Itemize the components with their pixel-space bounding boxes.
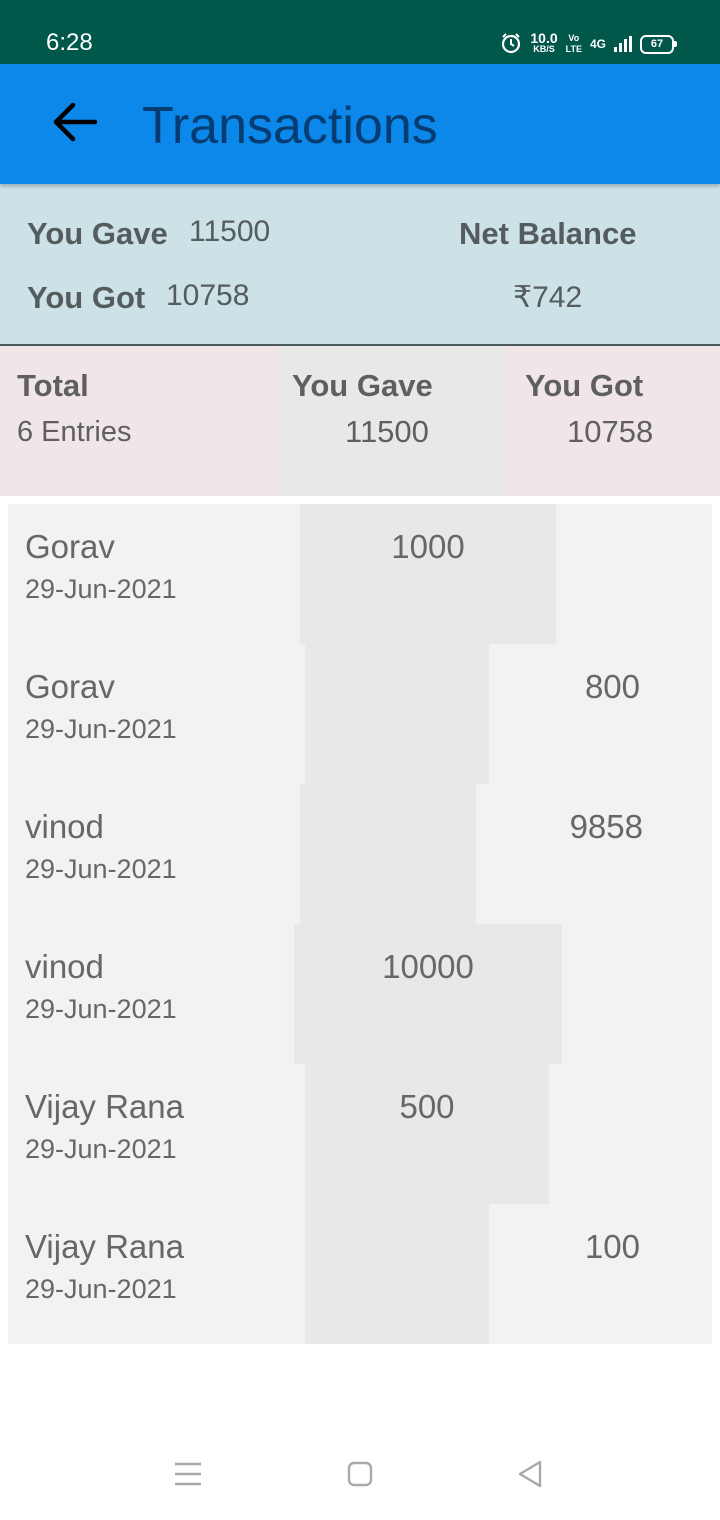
transaction-name: Vijay Rana (25, 1088, 184, 1125)
balance-summary: You Gave 11500 You Got 10758 Net Balance… (0, 184, 720, 346)
total-label: Total (17, 368, 89, 403)
network-type: 4G (589, 37, 606, 51)
transaction-row[interactable]: Gorav 29-Jun-2021 800 (8, 644, 712, 784)
transaction-row[interactable]: Vijay Rana 29-Jun-2021 100 (8, 1204, 712, 1344)
you-got-value: 10758 (166, 279, 250, 312)
system-nav-bar (0, 1440, 720, 1520)
transaction-name: Vijay Rana (25, 1228, 184, 1265)
gave-cell (300, 784, 476, 924)
back-triangle-icon (517, 1459, 543, 1494)
transaction-date: 29-Jun-2021 (25, 574, 177, 604)
transaction-name: Gorav (25, 528, 115, 565)
transaction-name: Gorav (25, 668, 115, 705)
home-square-icon (347, 1461, 373, 1492)
back-nav-button[interactable] (502, 1456, 558, 1496)
got-amount: 9858 (569, 808, 643, 845)
gave-cell (305, 1064, 549, 1204)
gave-amount: 500 (399, 1088, 455, 1125)
transaction-date: 29-Jun-2021 (25, 714, 177, 744)
transaction-list: Gorav 29-Jun-2021 1000 Gorav 29-Jun-2021… (8, 504, 712, 1344)
transaction-row[interactable]: vinod 29-Jun-2021 9858 (8, 784, 712, 924)
totals-got-label: You Got (525, 368, 644, 403)
status-icons: 10.0 KB/S Vo LTE 4G 67 (500, 30, 677, 58)
transaction-date: 29-Jun-2021 (25, 1274, 177, 1304)
totals-gave-value: 11500 (345, 414, 429, 449)
net-balance-label: Net Balance (459, 216, 637, 251)
gave-cell (305, 644, 489, 784)
app-bar: Transactions (0, 64, 720, 184)
gave-cell (294, 924, 562, 1064)
back-button[interactable] (44, 96, 104, 152)
page-title: Transactions (142, 97, 438, 155)
transaction-date: 29-Jun-2021 (25, 854, 177, 884)
transaction-date: 29-Jun-2021 (25, 994, 177, 1024)
you-got-label: You Got (27, 280, 146, 315)
totals-gave-label: You Gave (292, 368, 433, 403)
you-gave-value: 11500 (189, 215, 271, 248)
alarm-icon (500, 32, 522, 57)
transaction-name: vinod (25, 808, 104, 845)
gave-amount: 1000 (391, 528, 465, 565)
transaction-row[interactable]: Vijay Rana 29-Jun-2021 500 (8, 1064, 712, 1204)
menu-icon (174, 1461, 202, 1492)
menu-button[interactable] (160, 1456, 216, 1496)
totals-got-value: 10758 (567, 414, 654, 449)
transaction-row[interactable]: Gorav 29-Jun-2021 1000 (8, 504, 712, 644)
battery-icon: 67 (640, 34, 677, 54)
signal-icon (614, 36, 632, 52)
transaction-name: vinod (25, 948, 104, 985)
transaction-date: 29-Jun-2021 (25, 1134, 177, 1164)
volte-indicator: Vo LTE (565, 33, 582, 54)
gave-amount: 10000 (382, 948, 474, 985)
entries-count: 6 Entries (17, 416, 132, 448)
status-time: 6:28 (46, 29, 93, 56)
arrow-left-icon (51, 102, 98, 147)
home-button[interactable] (332, 1456, 388, 1496)
you-gave-label: You Gave (27, 216, 168, 251)
got-amount: 100 (584, 1228, 640, 1265)
net-balance-value: ₹742 (513, 281, 583, 314)
gave-cell (300, 504, 556, 644)
transaction-row[interactable]: vinod 29-Jun-2021 10000 (8, 924, 712, 1064)
totals-header: Total 6 Entries You Gave 11500 You Got 1… (0, 346, 720, 496)
status-bar: 6:28 10.0 KB/S Vo LTE 4G 67 (0, 0, 720, 64)
net-speed: 10.0 KB/S (530, 30, 558, 54)
gave-cell (305, 1204, 489, 1344)
got-amount: 800 (584, 668, 640, 705)
